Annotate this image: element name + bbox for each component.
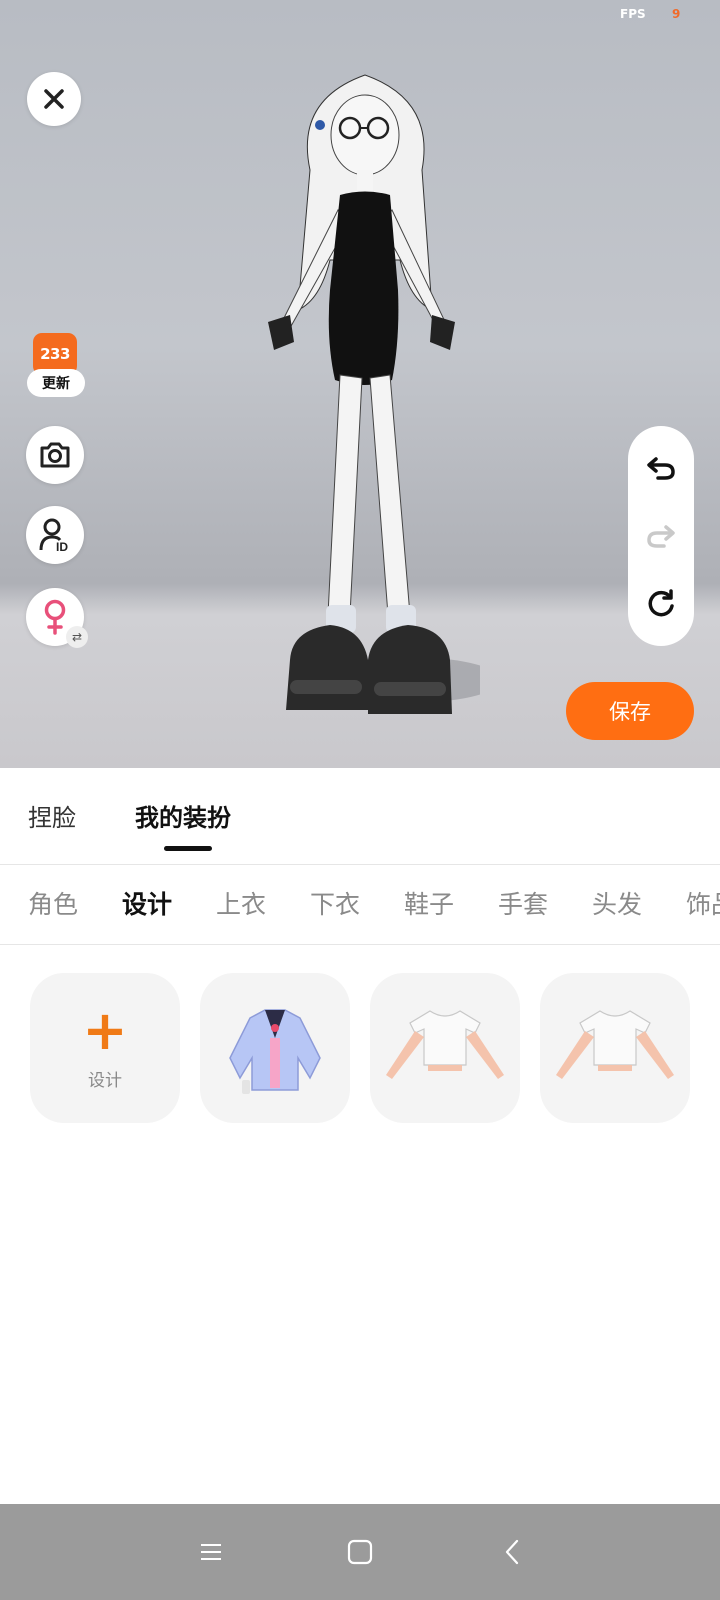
- add-design-card[interactable]: + 设计: [30, 973, 180, 1123]
- category-tab-hair[interactable]: 头发: [592, 885, 642, 921]
- category-tab-accessories[interactable]: 饰品: [686, 885, 720, 921]
- category-tab-bottoms[interactable]: 下衣: [310, 885, 360, 921]
- avatar-viewport[interactable]: FPS 9 233 更新 ID ⇄ 保存: [0, 0, 720, 768]
- category-tab-design[interactable]: 设计: [122, 885, 172, 921]
- main-tab-bar: 捏脸 我的装扮: [0, 768, 720, 864]
- svg-text:ID: ID: [56, 540, 68, 553]
- undo-button[interactable]: [641, 448, 681, 488]
- divider: [0, 944, 720, 945]
- user-id-icon: ID: [39, 518, 68, 553]
- redo-icon: [647, 525, 675, 548]
- outfit-item-tshirt-1[interactable]: [370, 973, 520, 1123]
- undo-icon: [647, 457, 675, 480]
- outfit-item-jacket[interactable]: [200, 973, 350, 1123]
- user-id-button[interactable]: ID: [26, 506, 84, 564]
- gender-switch-button[interactable]: ⇄: [26, 588, 88, 648]
- close-button[interactable]: [27, 72, 81, 126]
- outfit-item-tshirt-2[interactable]: [540, 973, 690, 1123]
- redo-button[interactable]: [641, 516, 681, 556]
- recent-apps-button[interactable]: [191, 1534, 231, 1570]
- back-button[interactable]: [492, 1534, 532, 1570]
- plus-icon: +: [82, 998, 128, 1062]
- tshirt-thumbnail: [386, 1010, 504, 1079]
- category-tab-role[interactable]: 角色: [28, 885, 78, 921]
- reset-icon: [648, 589, 674, 617]
- home-button[interactable]: [340, 1534, 380, 1570]
- camera-button[interactable]: [26, 426, 84, 484]
- category-tab-shoes[interactable]: 鞋子: [404, 885, 454, 921]
- back-icon: [505, 1539, 519, 1565]
- menu-icon: [201, 1544, 221, 1560]
- category-tab-bar[interactable]: 角色 设计 上衣 下衣 鞋子 手套 头发 饰品: [0, 865, 720, 945]
- female-icon: [44, 599, 66, 635]
- update-button[interactable]: 233 更新: [27, 333, 85, 405]
- history-panel: [628, 426, 694, 646]
- update-label: 更新: [27, 369, 85, 397]
- fps-label: FPS: [620, 7, 646, 21]
- category-tab-gloves[interactable]: 手套: [498, 885, 548, 921]
- jacket-thumbnail: [229, 1009, 321, 1094]
- tab-face-edit[interactable]: 捏脸: [28, 798, 76, 833]
- reset-button[interactable]: [641, 584, 681, 624]
- active-tab-indicator: [164, 846, 212, 851]
- camera-icon: [40, 442, 70, 468]
- avatar-character[interactable]: [250, 60, 480, 740]
- fps-value: 9: [672, 7, 681, 21]
- tab-my-outfits[interactable]: 我的装扮: [135, 798, 231, 833]
- system-nav-bar: [0, 1504, 720, 1600]
- home-icon: [347, 1539, 373, 1565]
- tshirt-thumbnail: [556, 1010, 674, 1079]
- category-tab-tops[interactable]: 上衣: [216, 885, 266, 921]
- outfit-item-grid: + 设计: [30, 973, 720, 1125]
- swap-icon: ⇄: [66, 626, 88, 648]
- close-icon: [44, 89, 64, 109]
- add-design-label: 设计: [88, 1070, 122, 1091]
- save-button[interactable]: 保存: [566, 682, 694, 740]
